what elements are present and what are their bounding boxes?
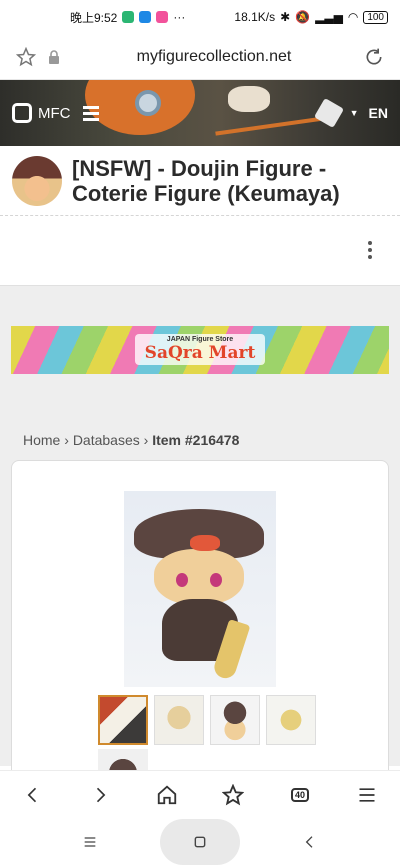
cube-icon[interactable] [313,97,344,129]
language-selector[interactable]: EN [369,105,388,121]
network-speed: 18.1K/s [234,10,276,24]
tabs-icon[interactable]: 40 [280,775,320,815]
home-icon[interactable] [147,775,187,815]
wifi-icon: ◠ [347,10,359,24]
item-avatar [12,156,62,206]
bluetooth-icon: ✱ [280,10,291,24]
signal-icon: ▂▃▅ [315,10,343,24]
figure-eye [176,572,188,587]
thumbnail[interactable] [210,694,260,745]
hamburger-icon[interactable] [82,105,99,121]
header-decoration [135,90,161,116]
more-options-icon[interactable] [368,241,372,260]
battery-icon: 100 [363,10,388,24]
thumbnail[interactable] [154,694,204,745]
item-toolbar [0,216,400,286]
mute-icon: 🔕 [295,10,311,24]
figure-eye [210,572,222,587]
system-menu-icon[interactable] [70,822,110,862]
item-card [11,459,389,800]
app-notification-icon [156,11,169,23]
breadcrumb-home[interactable]: Home [23,432,60,448]
reload-icon[interactable] [360,43,388,71]
logo-text: MFC [38,104,71,122]
app-notification-icon [122,11,135,23]
header-decoration [228,86,270,112]
banner-brand: SaQra Mart [144,343,256,364]
app-notification-icon [139,11,152,23]
thumbnail[interactable] [266,694,316,745]
breadcrumb-separator: › [143,431,149,448]
page-title: [NSFW] - Doujin Figure - Coterie Figure … [72,156,340,207]
thumbnail[interactable] [98,694,148,745]
back-icon[interactable] [13,775,53,815]
site-header: MFC ▼ EN [0,80,400,146]
chevron-down-icon[interactable]: ▼ [350,108,359,118]
tab-count: 40 [290,787,309,802]
mfc-logo[interactable]: MFC [12,103,99,123]
mfc-logo-icon [12,103,32,123]
status-more: ··· [173,10,186,24]
system-nav-bar [0,818,400,866]
breadcrumb: Home › Databases › Item #216478 [0,374,400,460]
system-home-button[interactable] [160,819,240,865]
item-main-photo[interactable] [124,490,276,687]
ad-banner[interactable]: JAPAN Figure Store SaQra Mart [11,325,389,374]
figure-face [154,548,244,605]
header-decoration [215,116,325,136]
status-left: 晚上9:52 ··· [70,9,185,26]
banner-inner: JAPAN Figure Store SaQra Mart [134,334,266,366]
lock-icon [40,43,68,71]
menu-icon[interactable] [347,775,387,815]
status-time: 晚上9:52 [70,10,118,25]
status-bar: 晚上9:52 ··· 18.1K/s ✱ 🔕 ▂▃▅ ◠ 100 [0,0,400,34]
star-outline-icon[interactable] [12,43,40,71]
url-text[interactable]: myfigurecollection.net [68,48,360,66]
system-back-icon[interactable] [290,822,330,862]
browser-bottom-nav: 40 [0,770,400,818]
banner-small-text: JAPAN Figure Store [166,336,234,344]
breadcrumb-item: Item #216478 [152,431,240,448]
item-title-row: [NSFW] - Doujin Figure - Coterie Figure … [0,146,400,216]
figure-bow [190,534,220,551]
browser-url-bar: myfigurecollection.net [0,34,400,80]
thumbnail-strip [12,687,388,745]
status-right: 18.1K/s ✱ 🔕 ▂▃▅ ◠ 100 [234,10,388,24]
bookmarks-icon[interactable] [213,775,253,815]
content-area: JAPAN Figure Store SaQra Mart Home › Dat… [0,285,400,800]
breadcrumb-databases[interactable]: Databases [73,432,140,448]
forward-icon[interactable] [80,775,120,815]
breadcrumb-separator: › [64,431,69,448]
header-right: ▼ EN [313,97,388,129]
